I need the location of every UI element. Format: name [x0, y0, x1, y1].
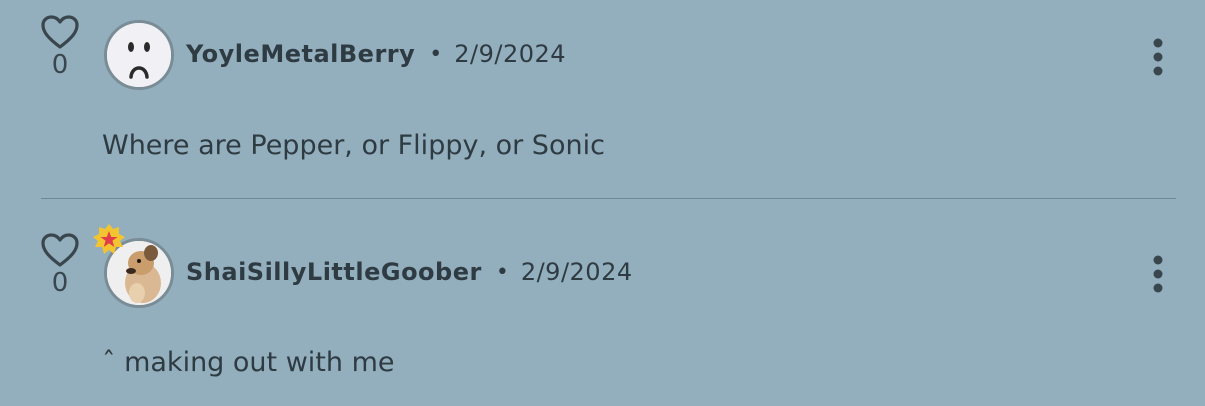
- sad-face-avatar-icon: [107, 23, 171, 87]
- username[interactable]: ShaiSillyLittleGoober: [186, 258, 482, 286]
- comment-header: ShaiSillyLittleGoober • 2/9/2024: [186, 258, 633, 286]
- separator-dot: •: [429, 41, 443, 67]
- separator-dot: •: [495, 259, 509, 285]
- comment-body: Where are Pepper, or Flippy, or Sonic: [102, 130, 605, 161]
- comment-date: 2/9/2024: [454, 40, 567, 68]
- heart-icon[interactable]: [40, 232, 80, 268]
- comment-body: ˆ making out with me: [102, 347, 395, 378]
- comment-date: 2/9/2024: [520, 258, 633, 286]
- like-control: 0: [38, 232, 82, 296]
- more-options-icon[interactable]: [1146, 37, 1170, 77]
- comment-item: 0 ShaiSillyLittleGoober • 2/9/2024 ˆ mak…: [0, 199, 1205, 406]
- like-count: 0: [51, 50, 69, 80]
- more-options-icon[interactable]: [1146, 254, 1170, 294]
- like-control: 0: [38, 14, 82, 78]
- star-badge-icon: [93, 224, 125, 254]
- heart-icon[interactable]: [40, 14, 80, 50]
- comment-item: 0 YoyleMetalBerry • 2/9/2024 Where are P…: [0, 0, 1205, 198]
- username[interactable]: YoyleMetalBerry: [186, 40, 415, 68]
- avatar[interactable]: [104, 20, 174, 90]
- comment-header: YoyleMetalBerry • 2/9/2024: [186, 40, 566, 68]
- like-count: 0: [51, 268, 69, 298]
